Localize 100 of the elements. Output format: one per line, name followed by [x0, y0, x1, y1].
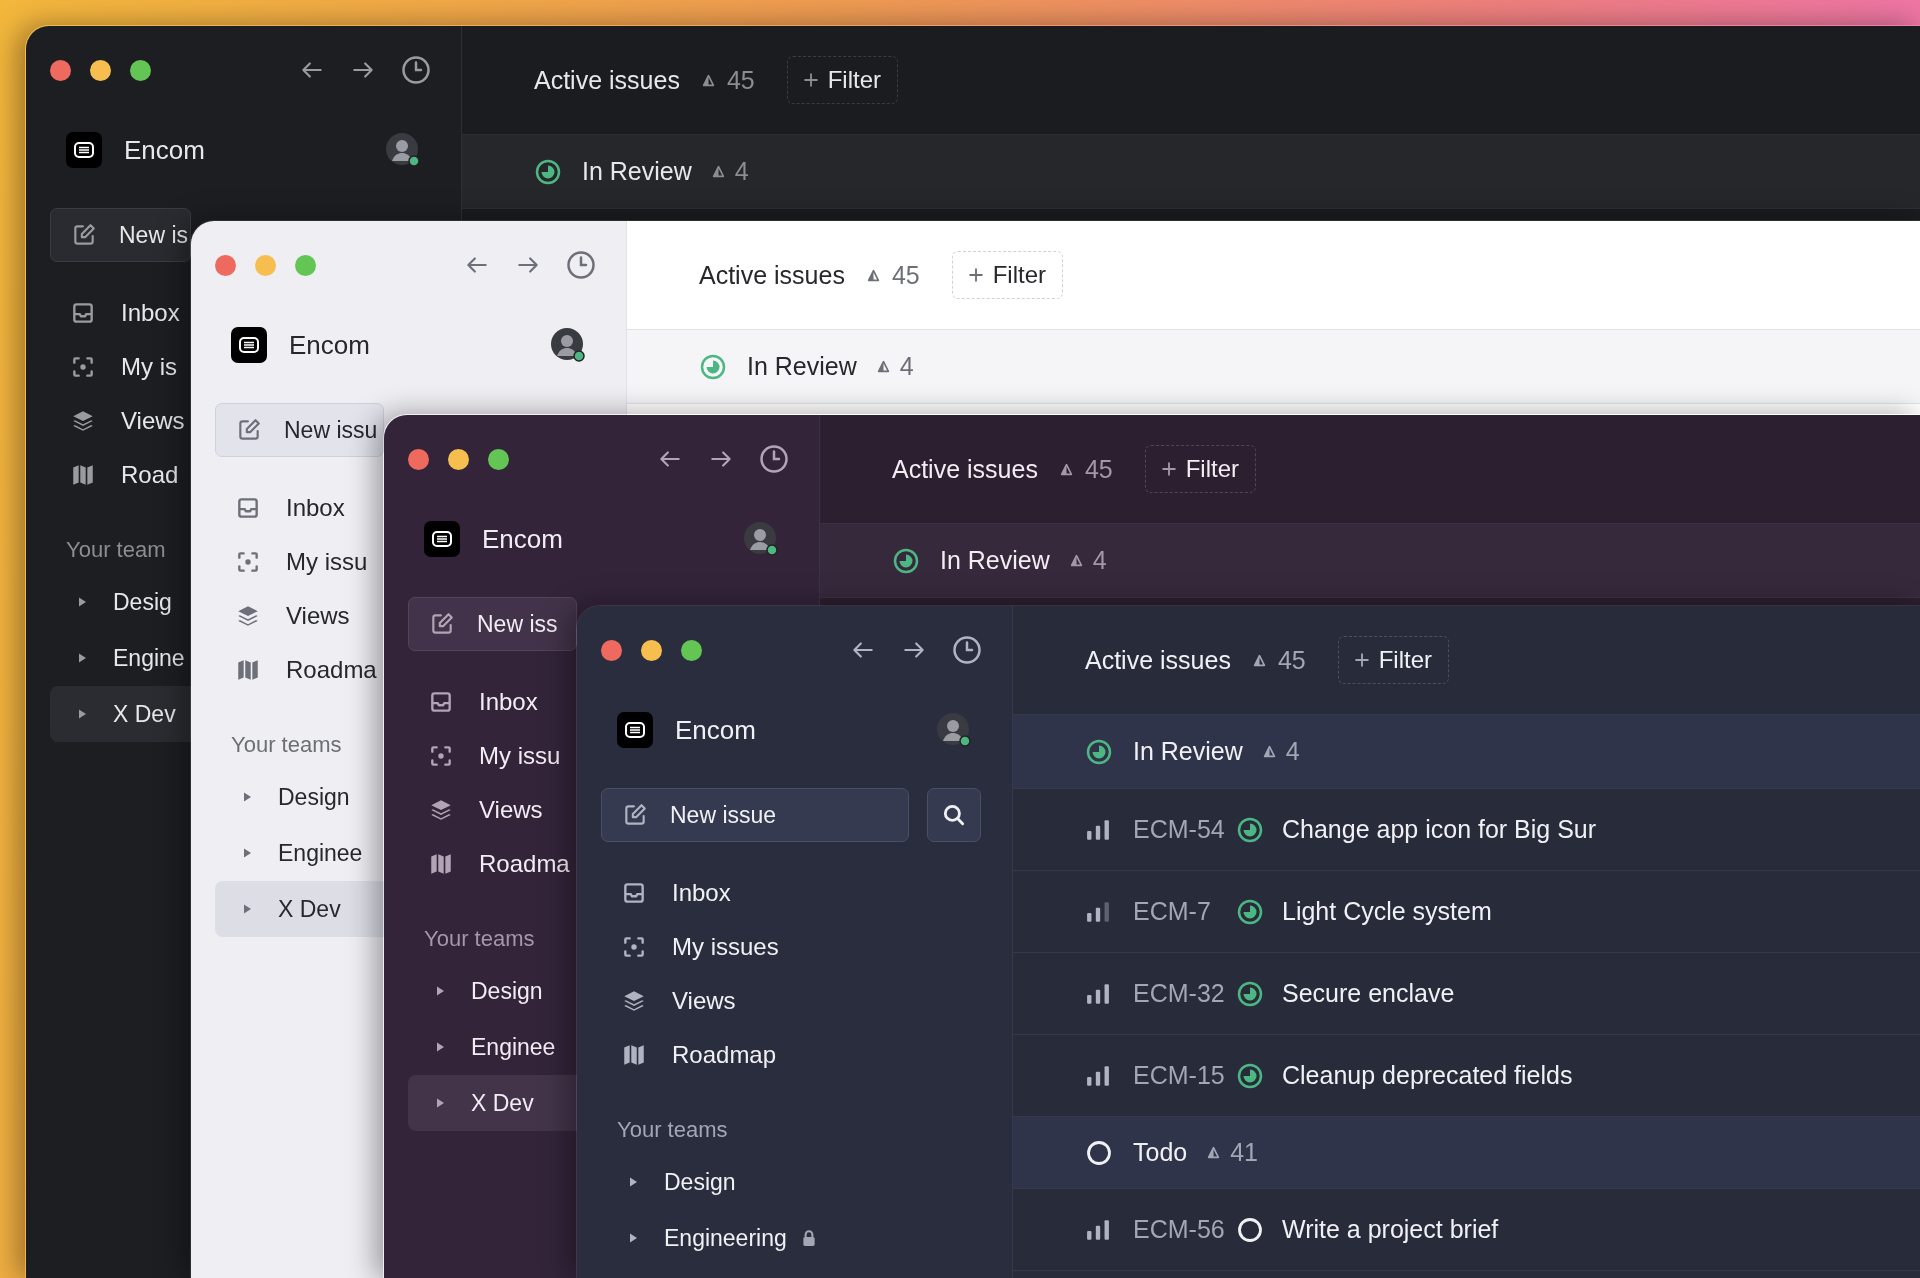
map-icon [235, 657, 261, 683]
in-review-status-icon [1237, 898, 1263, 925]
close-button[interactable] [50, 59, 71, 81]
clock-icon[interactable] [952, 635, 982, 665]
view-title: Active issues [699, 260, 845, 290]
minimize-button[interactable] [448, 448, 469, 470]
avatar-icon[interactable] [936, 712, 972, 748]
group-header[interactable]: In Review 4 [820, 524, 1920, 598]
new-issue-button[interactable]: New issue [601, 788, 909, 842]
caret-icon [241, 791, 253, 803]
in-review-status-icon [1086, 738, 1112, 765]
avatar-icon[interactable] [385, 132, 421, 168]
filter-button[interactable]: Filter [1337, 636, 1450, 684]
team-item[interactable]: Desig [50, 574, 191, 630]
edit-icon [236, 417, 262, 443]
caret-icon [434, 1097, 446, 1109]
new-issue-button[interactable]: New is [50, 208, 191, 262]
issue-count: 45 [726, 65, 755, 95]
sidebar-item[interactable]: My is [26, 340, 191, 394]
section-heading: Your team [65, 536, 167, 564]
logo-icon [231, 327, 267, 363]
in-review-status-icon [535, 158, 561, 185]
view-title: Active issues [1085, 645, 1231, 675]
sidebar-item[interactable]: My issu [191, 535, 384, 589]
sidebar-item[interactable]: My issu [384, 729, 577, 783]
avatar-icon[interactable] [743, 521, 779, 557]
group-count: 4 [1285, 737, 1300, 766]
close-button[interactable] [601, 639, 622, 661]
workspace-name[interactable]: Encom [289, 329, 370, 361]
triangle-icon [876, 360, 890, 373]
sidebar-item[interactable]: Road [26, 448, 191, 502]
sidebar-item[interactable]: Inbox [577, 866, 1012, 920]
issue-count: 45 [1084, 454, 1113, 484]
clock-icon[interactable] [759, 444, 789, 474]
in-review-status-icon [1237, 980, 1263, 1007]
team-item[interactable]: Engine [50, 630, 191, 686]
sidebar-item[interactable]: Inbox [26, 286, 191, 340]
sidebar-item[interactable]: Views [577, 974, 1012, 1028]
sidebar-item[interactable]: My issues [577, 920, 1012, 974]
team-item[interactable]: X Dev [408, 1075, 577, 1131]
issue-row[interactable]: ECM-56 Write a project brief [1013, 1189, 1920, 1271]
sidebar-item[interactable]: Views [26, 394, 191, 448]
new-issue-button[interactable]: New issu [215, 403, 384, 457]
group-header[interactable]: In Review 4 [462, 135, 1920, 209]
zoom-button[interactable] [130, 59, 151, 81]
filter-button[interactable]: Filter [786, 56, 899, 104]
sidebar-item[interactable]: Inbox [191, 481, 384, 535]
triangle-icon [701, 73, 715, 87]
minimize-button[interactable] [641, 639, 662, 661]
logo-icon [66, 132, 102, 168]
edit-icon [622, 802, 648, 828]
group-header[interactable]: In Review 4 [627, 330, 1920, 404]
workspace-name[interactable]: Encom [482, 523, 563, 555]
team-item[interactable]: Design [601, 1154, 988, 1210]
sidebar-item[interactable]: Roadmap [577, 1028, 1012, 1082]
team-item[interactable]: X Dev [50, 686, 191, 742]
close-button[interactable] [215, 254, 236, 276]
group-header[interactable]: In Review 4 [1013, 715, 1920, 789]
issue-title: Cleanup deprecated fields [1282, 1061, 1573, 1090]
issue-row[interactable]: ECM-32 Secure enclave [1013, 953, 1920, 1035]
filter-button[interactable]: Filter [1144, 445, 1257, 493]
close-button[interactable] [408, 448, 429, 470]
clock-icon[interactable] [566, 250, 596, 280]
caret-icon [434, 1041, 446, 1053]
team-item[interactable]: X Dev [215, 881, 384, 937]
zoom-button[interactable] [488, 448, 509, 470]
team-item[interactable]: Enginee [215, 825, 384, 881]
plus-icon [1354, 653, 1369, 667]
team-item[interactable]: Engineering [601, 1210, 988, 1266]
edit-icon [71, 222, 97, 248]
workspace-name[interactable]: Encom [124, 134, 205, 166]
group-count: 4 [1092, 546, 1107, 575]
new-issue-button[interactable]: New iss [408, 597, 577, 651]
zoom-button[interactable] [681, 639, 702, 661]
sidebar-item[interactable]: Views [384, 783, 577, 837]
issue-title: Write a project brief [1282, 1215, 1499, 1244]
sidebar-item[interactable]: Inbox [384, 675, 577, 729]
team-item[interactable]: Design [408, 963, 577, 1019]
clock-icon[interactable] [401, 55, 431, 85]
sidebar-item[interactable]: Roadma [191, 643, 384, 697]
filter-button[interactable]: Filter [951, 251, 1064, 299]
search-button[interactable] [927, 788, 981, 842]
issue-id: ECM-7 [1133, 897, 1212, 926]
workspace-name[interactable]: Encom [675, 714, 756, 746]
avatar-icon[interactable] [550, 327, 586, 363]
caret-icon [241, 903, 253, 915]
group-header[interactable]: Todo 41 [1013, 1117, 1920, 1189]
inbox-icon [235, 495, 261, 521]
team-item[interactable]: Design [215, 769, 384, 825]
issue-count: 45 [1277, 645, 1306, 675]
issue-row[interactable]: ECM-7 Light Cycle system [1013, 871, 1920, 953]
logo-icon [424, 521, 460, 557]
issue-id: ECM-15 [1133, 1061, 1226, 1090]
plus-icon [968, 268, 983, 282]
team-item[interactable]: Enginee [408, 1019, 577, 1075]
issue-row[interactable]: ECM-54 Change app icon for Big Sur [1013, 789, 1920, 871]
sidebar-item[interactable]: Roadma [384, 837, 577, 891]
view-title: Active issues [534, 65, 680, 95]
sidebar-item[interactable]: Views [191, 589, 384, 643]
minimize-button[interactable] [90, 59, 111, 81]
